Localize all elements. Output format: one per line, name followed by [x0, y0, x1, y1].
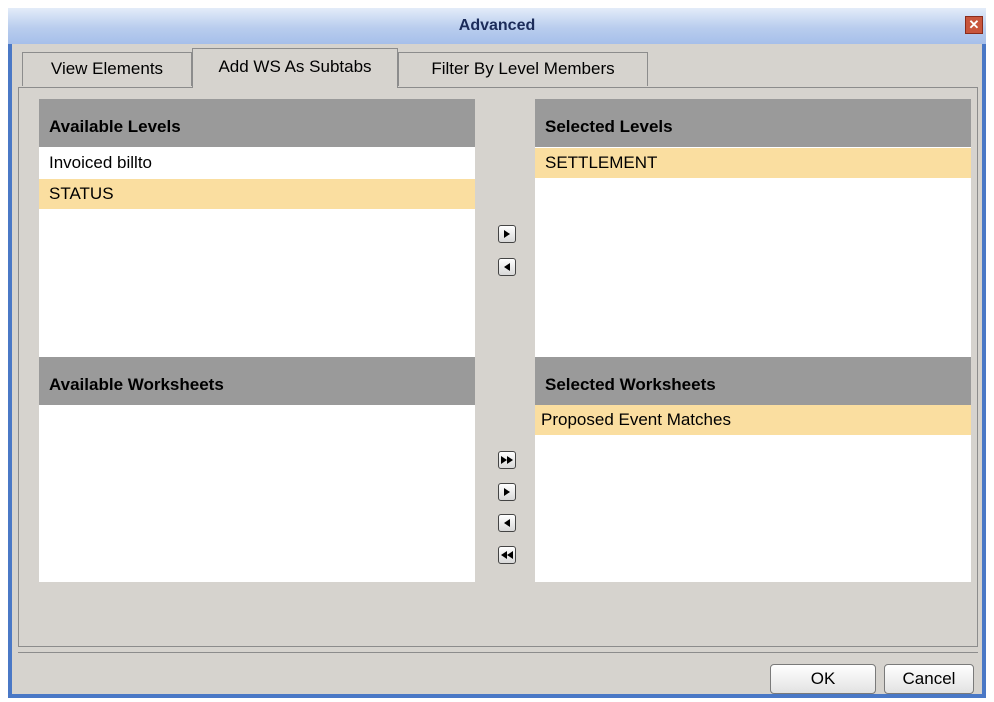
title-bar[interactable]: Advanced ✕ [8, 8, 986, 44]
move-all-left-icon[interactable] [498, 546, 516, 564]
footer-divider [18, 652, 978, 653]
ok-button[interactable]: OK [770, 664, 876, 694]
tab-add-ws-as-subtabs[interactable]: Add WS As Subtabs [192, 48, 398, 88]
move-right-icon[interactable] [498, 483, 516, 501]
available-levels-header: Available Levels [39, 99, 475, 147]
close-icon[interactable]: ✕ [965, 16, 983, 34]
tab-panel: Available Levels Invoiced billto STATUS … [18, 87, 978, 647]
available-worksheets-list[interactable]: Available Worksheets [39, 357, 475, 582]
dialog-body: View Elements Add WS As Subtabs Filter B… [12, 44, 982, 694]
move-left-icon[interactable] [498, 514, 516, 532]
move-all-right-icon[interactable] [498, 451, 516, 469]
list-item[interactable]: Invoiced billto [39, 148, 475, 178]
tab-filter-by-level-members[interactable]: Filter By Level Members [398, 52, 648, 86]
list-item[interactable]: SETTLEMENT [535, 148, 971, 178]
available-worksheets-header: Available Worksheets [39, 357, 475, 405]
cancel-button[interactable]: Cancel [884, 664, 974, 694]
move-right-icon[interactable] [498, 225, 516, 243]
selected-worksheets-list[interactable]: Selected Worksheets Proposed Event Match… [535, 357, 971, 582]
selected-levels-header: Selected Levels [535, 99, 971, 147]
tab-view-elements[interactable]: View Elements [22, 52, 192, 86]
selected-levels-list[interactable]: Selected Levels SETTLEMENT [535, 99, 971, 357]
available-levels-list[interactable]: Available Levels Invoiced billto STATUS [39, 99, 475, 357]
list-item[interactable]: Proposed Event Matches [535, 405, 971, 435]
advanced-dialog: Advanced ✕ View Elements Add WS As Subta… [8, 8, 986, 698]
list-item[interactable]: STATUS [39, 179, 475, 209]
selected-worksheets-header: Selected Worksheets [535, 357, 971, 405]
move-left-icon[interactable] [498, 258, 516, 276]
window-title: Advanced [458, 17, 536, 34]
